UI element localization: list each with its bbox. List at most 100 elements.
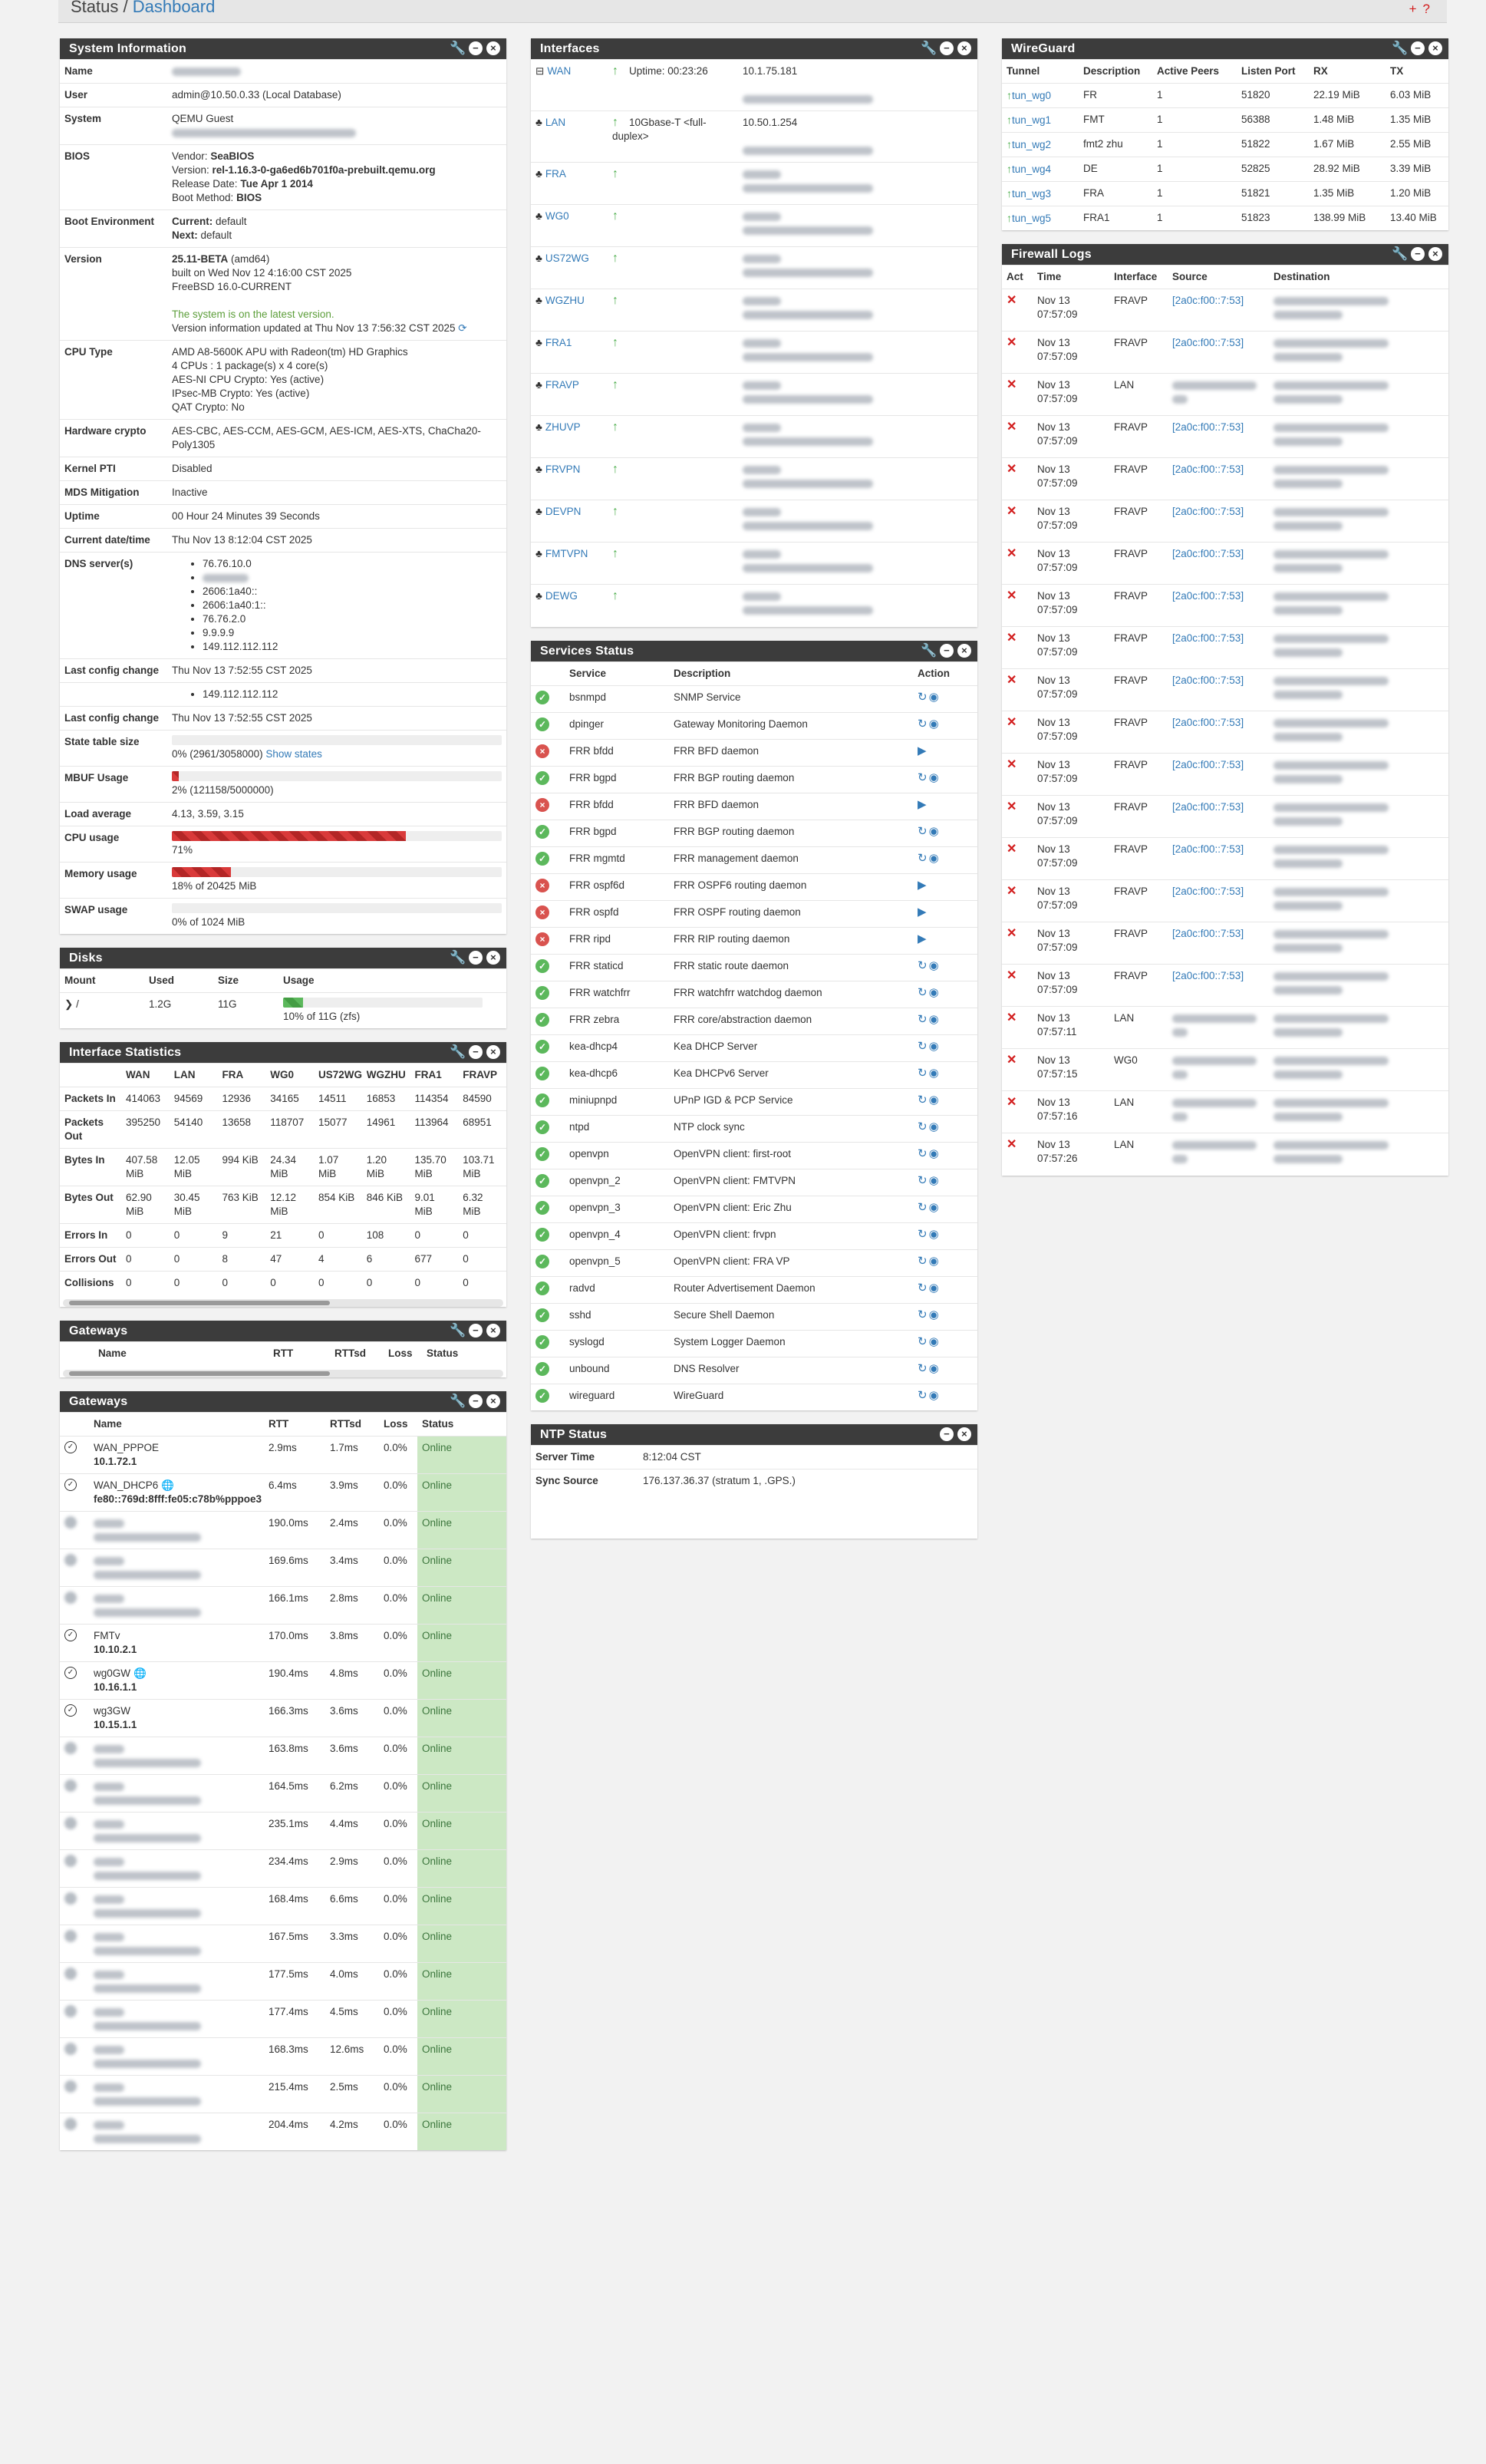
close-icon[interactable]: × <box>486 1324 500 1338</box>
start-icon[interactable]: ▶ <box>918 932 928 945</box>
tunnel-name[interactable]: tun_wg0 <box>1012 90 1051 101</box>
interface-name[interactable]: US72WG <box>545 252 589 264</box>
stop-icon[interactable]: ◉ <box>929 986 941 999</box>
refresh-icon[interactable]: ⟳ <box>458 322 466 334</box>
horizontal-scrollbar[interactable] <box>63 1370 503 1377</box>
wrench-icon[interactable]: 🔧 <box>1392 41 1408 55</box>
interface-name[interactable]: FRA1 <box>545 337 572 348</box>
log-source[interactable]: [2a0c:f00::7:53] <box>1172 548 1244 559</box>
log-source[interactable]: [2a0c:f00::7:53] <box>1172 337 1244 348</box>
block-icon[interactable]: ✕ <box>1007 589 1016 602</box>
block-icon[interactable]: ✕ <box>1007 505 1016 518</box>
restart-icon[interactable]: ↻ <box>918 1228 929 1241</box>
interface-name[interactable]: FRVPN <box>545 463 581 475</box>
stop-icon[interactable]: ◉ <box>929 717 941 731</box>
show-states-link[interactable]: Show states <box>265 748 322 760</box>
log-source[interactable]: [2a0c:f00::7:53] <box>1172 886 1244 897</box>
block-icon[interactable]: ✕ <box>1007 421 1016 434</box>
close-icon[interactable]: × <box>486 1394 500 1408</box>
breadcrumb-dashboard[interactable]: Dashboard <box>133 0 216 16</box>
restart-icon[interactable]: ↻ <box>918 1174 929 1187</box>
restart-icon[interactable]: ↻ <box>918 1120 929 1133</box>
block-icon[interactable]: ✕ <box>1007 716 1016 729</box>
interface-name[interactable]: LAN <box>545 117 565 128</box>
stop-icon[interactable]: ◉ <box>929 1255 941 1268</box>
minimize-icon[interactable]: − <box>469 951 483 965</box>
log-source[interactable]: [2a0c:f00::7:53] <box>1172 506 1244 517</box>
block-icon[interactable]: ✕ <box>1007 927 1016 940</box>
interface-name[interactable]: FRAVP <box>545 379 579 391</box>
close-icon[interactable]: × <box>486 951 500 965</box>
log-source[interactable]: [2a0c:f00::7:53] <box>1172 970 1244 981</box>
tunnel-name[interactable]: tun_wg4 <box>1012 163 1051 175</box>
stop-icon[interactable]: ◉ <box>929 1281 941 1295</box>
log-source[interactable]: [2a0c:f00::7:53] <box>1172 928 1244 939</box>
close-icon[interactable]: × <box>1428 41 1442 55</box>
interface-name[interactable]: WAN <box>547 65 571 77</box>
minimize-icon[interactable]: − <box>940 643 954 658</box>
chevron-right-icon[interactable]: ❯ <box>64 998 73 1010</box>
wrench-icon[interactable]: 🔧 <box>450 1045 466 1059</box>
close-icon[interactable]: × <box>957 643 971 658</box>
restart-icon[interactable]: ↻ <box>918 1040 929 1053</box>
restart-icon[interactable]: ↻ <box>918 1308 929 1321</box>
wrench-icon[interactable]: 🔧 <box>450 951 466 965</box>
interface-name[interactable]: DEWG <box>545 590 578 602</box>
stop-icon[interactable]: ◉ <box>929 959 941 972</box>
restart-icon[interactable]: ↻ <box>918 852 929 865</box>
wrench-icon[interactable]: 🔧 <box>450 41 466 55</box>
block-icon[interactable]: ✕ <box>1007 336 1016 349</box>
minimize-icon[interactable]: − <box>1411 41 1425 55</box>
interface-name[interactable]: FMTVPN <box>545 548 588 559</box>
minimize-icon[interactable]: − <box>940 1427 954 1441</box>
start-icon[interactable]: ▶ <box>918 879 928 892</box>
close-icon[interactable]: × <box>1428 247 1442 261</box>
log-source[interactable]: [2a0c:f00::7:53] <box>1172 463 1244 475</box>
minimize-icon[interactable]: − <box>469 41 483 55</box>
restart-icon[interactable]: ↻ <box>918 1067 929 1080</box>
restart-icon[interactable]: ↻ <box>918 1362 929 1375</box>
block-icon[interactable]: ✕ <box>1007 1096 1016 1109</box>
close-icon[interactable]: × <box>957 41 971 55</box>
wrench-icon[interactable]: 🔧 <box>450 1394 466 1408</box>
interface-name[interactable]: WG0 <box>545 210 569 222</box>
close-icon[interactable]: × <box>957 1427 971 1441</box>
wrench-icon[interactable]: 🔧 <box>921 41 937 55</box>
stop-icon[interactable]: ◉ <box>929 1040 941 1053</box>
block-icon[interactable]: ✕ <box>1007 800 1016 813</box>
restart-icon[interactable]: ↻ <box>918 1255 929 1268</box>
tunnel-name[interactable]: tun_wg1 <box>1012 114 1051 126</box>
interface-name[interactable]: DEVPN <box>545 506 582 517</box>
log-source[interactable]: [2a0c:f00::7:53] <box>1172 843 1244 855</box>
restart-icon[interactable]: ↻ <box>918 1389 929 1402</box>
log-source[interactable]: [2a0c:f00::7:53] <box>1172 759 1244 770</box>
stop-icon[interactable]: ◉ <box>929 1201 941 1214</box>
wrench-icon[interactable]: 🔧 <box>1392 247 1408 261</box>
block-icon[interactable]: ✕ <box>1007 294 1016 307</box>
log-source[interactable]: [2a0c:f00::7:53] <box>1172 632 1244 644</box>
restart-icon[interactable]: ↻ <box>918 1013 929 1026</box>
block-icon[interactable]: ✕ <box>1007 547 1016 560</box>
restart-icon[interactable]: ↻ <box>918 959 929 972</box>
wrench-icon[interactable]: 🔧 <box>921 643 937 658</box>
stop-icon[interactable]: ◉ <box>929 1013 941 1026</box>
minimize-icon[interactable]: − <box>940 41 954 55</box>
block-icon[interactable]: ✕ <box>1007 1054 1016 1067</box>
block-icon[interactable]: ✕ <box>1007 969 1016 982</box>
block-icon[interactable]: ✕ <box>1007 378 1016 391</box>
minimize-icon[interactable]: − <box>469 1324 483 1338</box>
block-icon[interactable]: ✕ <box>1007 1011 1016 1024</box>
log-source[interactable]: [2a0c:f00::7:53] <box>1172 675 1244 686</box>
close-icon[interactable]: × <box>486 1045 500 1059</box>
stop-icon[interactable]: ◉ <box>929 1093 941 1107</box>
log-source[interactable]: [2a0c:f00::7:53] <box>1172 295 1244 306</box>
log-source[interactable]: [2a0c:f00::7:53] <box>1172 421 1244 433</box>
log-source[interactable]: [2a0c:f00::7:53] <box>1172 717 1244 728</box>
block-icon[interactable]: ✕ <box>1007 674 1016 687</box>
tunnel-name[interactable]: tun_wg2 <box>1012 139 1051 150</box>
restart-icon[interactable]: ↻ <box>918 717 929 731</box>
stop-icon[interactable]: ◉ <box>929 852 941 865</box>
stop-icon[interactable]: ◉ <box>929 1120 941 1133</box>
stop-icon[interactable]: ◉ <box>929 1308 941 1321</box>
stop-icon[interactable]: ◉ <box>929 1228 941 1241</box>
